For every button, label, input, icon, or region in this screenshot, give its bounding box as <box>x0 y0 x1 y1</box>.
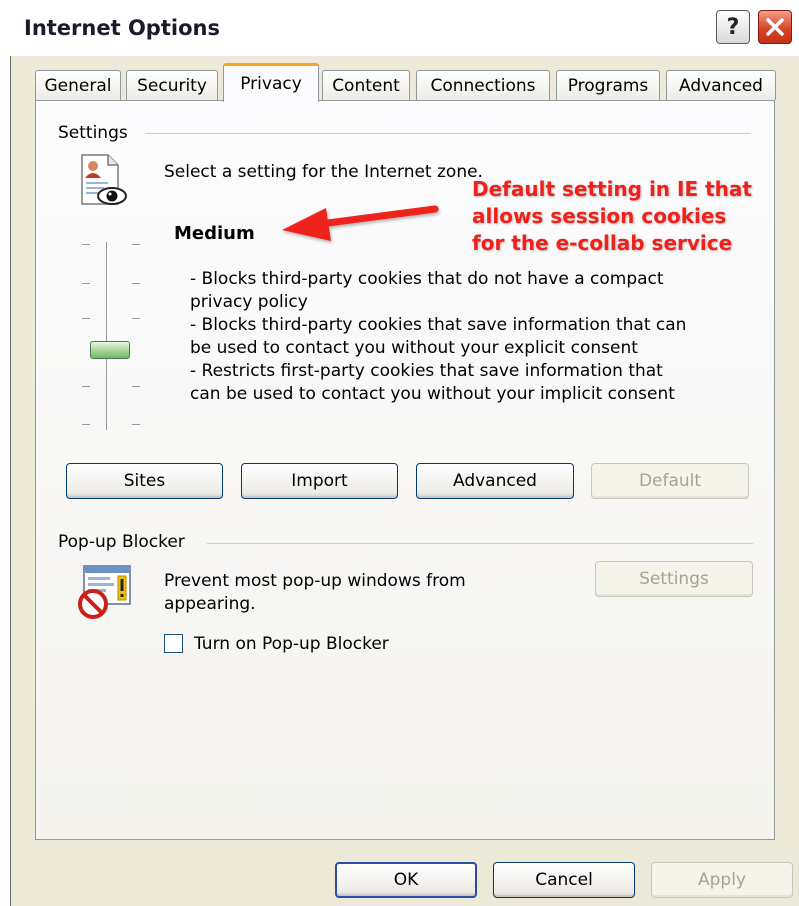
settings-group-label: Settings <box>58 123 128 143</box>
annotation-line: allows session cookies <box>472 204 727 228</box>
cancel-button[interactable]: Cancel <box>493 862 635 898</box>
sites-button[interactable]: Sites <box>66 463 223 499</box>
callout-annotation: Default setting in IE that allows sessio… <box>472 176 782 257</box>
tab-general[interactable]: General <box>35 70 121 100</box>
slider-tick <box>82 386 90 387</box>
slider-tick <box>82 318 90 319</box>
popup-blocker-description: Prevent most pop-up windows from appeari… <box>164 570 466 616</box>
annotation-line: for the e-collab service <box>472 231 733 255</box>
popup-blocker-checkbox[interactable] <box>164 634 183 653</box>
description-line: - Blocks third-party cookies that save i… <box>190 315 687 335</box>
privacy-slider-thumb[interactable] <box>90 341 130 359</box>
annotation-line: Default setting in IE that <box>472 177 752 201</box>
popup-blocker-divider <box>207 543 753 544</box>
description-line: can be used to contact you without your … <box>190 384 675 404</box>
slider-tick <box>82 244 90 245</box>
slider-tick <box>132 244 140 245</box>
popup-blocker-icon <box>74 563 136 621</box>
privacy-slider-track[interactable] <box>106 242 110 430</box>
apply-button[interactable]: Apply <box>651 862 793 898</box>
window-title: Internet Options <box>24 16 220 40</box>
ok-button[interactable]: OK <box>335 862 477 898</box>
description-line: - Blocks third-party cookies that do not… <box>190 269 664 289</box>
slider-tick <box>132 318 140 319</box>
description-line: privacy policy <box>190 292 308 312</box>
privacy-level-description: - Blocks third-party cookies that do not… <box>190 268 750 406</box>
advanced-button[interactable]: Advanced <box>416 463 574 499</box>
tab-security[interactable]: Security <box>126 70 218 100</box>
slider-tick <box>132 386 140 387</box>
close-icon[interactable] <box>758 10 792 44</box>
description-line: be used to contact you without your expl… <box>190 338 638 358</box>
popup-blocker-group-label: Pop-up Blocker <box>58 532 185 552</box>
popup-settings-button[interactable]: Settings <box>595 561 753 597</box>
popup-text-line: Prevent most pop-up windows from <box>164 571 466 591</box>
red-arrow <box>270 190 470 250</box>
popup-blocker-checkbox-label[interactable]: Turn on Pop-up Blocker <box>194 633 389 656</box>
slider-tick <box>132 424 140 425</box>
tab-privacy[interactable]: Privacy <box>223 63 319 102</box>
slider-tick <box>82 424 90 425</box>
default-button[interactable]: Default <box>591 463 749 499</box>
tab-content[interactable]: Content <box>322 70 410 100</box>
popup-text-line: appearing. <box>164 594 256 614</box>
zone-description: Select a setting for the Internet zone. <box>164 162 483 182</box>
import-button[interactable]: Import <box>241 463 398 499</box>
tab-advanced[interactable]: Advanced <box>666 70 776 100</box>
tab-programs[interactable]: Programs <box>556 70 660 100</box>
tab-connections[interactable]: Connections <box>416 70 550 100</box>
help-icon[interactable]: ? <box>716 10 750 44</box>
slider-tick <box>132 283 140 284</box>
privacy-document-eye-icon <box>78 152 128 208</box>
description-line: - Restricts first-party cookies that sav… <box>190 361 663 381</box>
settings-divider <box>145 133 751 134</box>
privacy-level-title: Medium <box>174 223 255 244</box>
slider-tick <box>82 283 90 284</box>
